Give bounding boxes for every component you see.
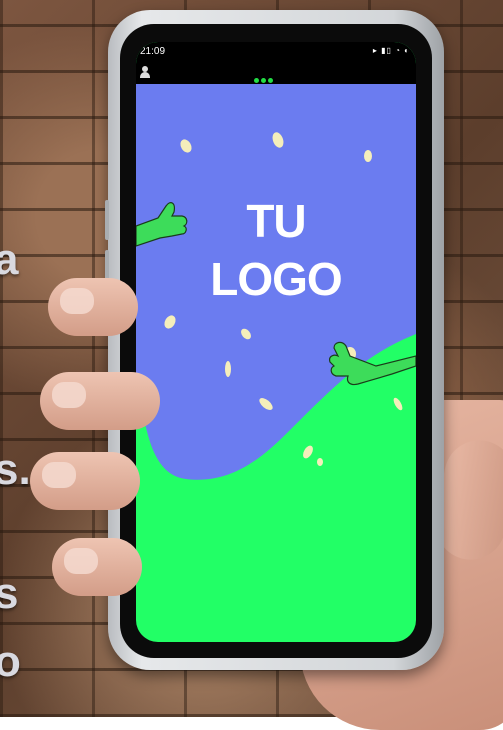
side-letter-3: s — [0, 569, 19, 618]
screen-artwork — [136, 84, 416, 480]
logo-line-1: TU — [246, 195, 306, 247]
phone-screen: 21:09 ▸ ▮▯ ◔ ◐ TU LOGO — [136, 42, 416, 642]
middle-finger — [40, 372, 160, 430]
status-bar: 21:09 ▸ ▮▯ ◔ ◐ — [136, 42, 416, 62]
side-letter-2: s. — [0, 445, 31, 494]
side-letter-1: a — [0, 235, 19, 284]
app-bar — [136, 62, 416, 84]
status-time: 21:09 — [140, 46, 166, 57]
index-finger — [48, 278, 138, 336]
status-icons: ▸ ▮▯ ◔ ◐ — [372, 46, 410, 55]
side-letter-4: o — [0, 637, 21, 686]
page-dots-icon — [254, 70, 276, 83]
phone-bezel: 21:09 ▸ ▮▯ ◔ ◐ TU LOGO — [120, 24, 432, 658]
pinky-finger — [52, 538, 142, 596]
logo-placeholder: TU LOGO — [196, 192, 356, 308]
volume-button — [105, 200, 109, 240]
logo-line-2: LOGO — [210, 253, 342, 305]
person-icon[interactable] — [140, 66, 150, 78]
smartphone: 21:09 ▸ ▮▯ ◔ ◐ TU LOGO — [105, 10, 444, 670]
ring-finger — [30, 452, 140, 510]
